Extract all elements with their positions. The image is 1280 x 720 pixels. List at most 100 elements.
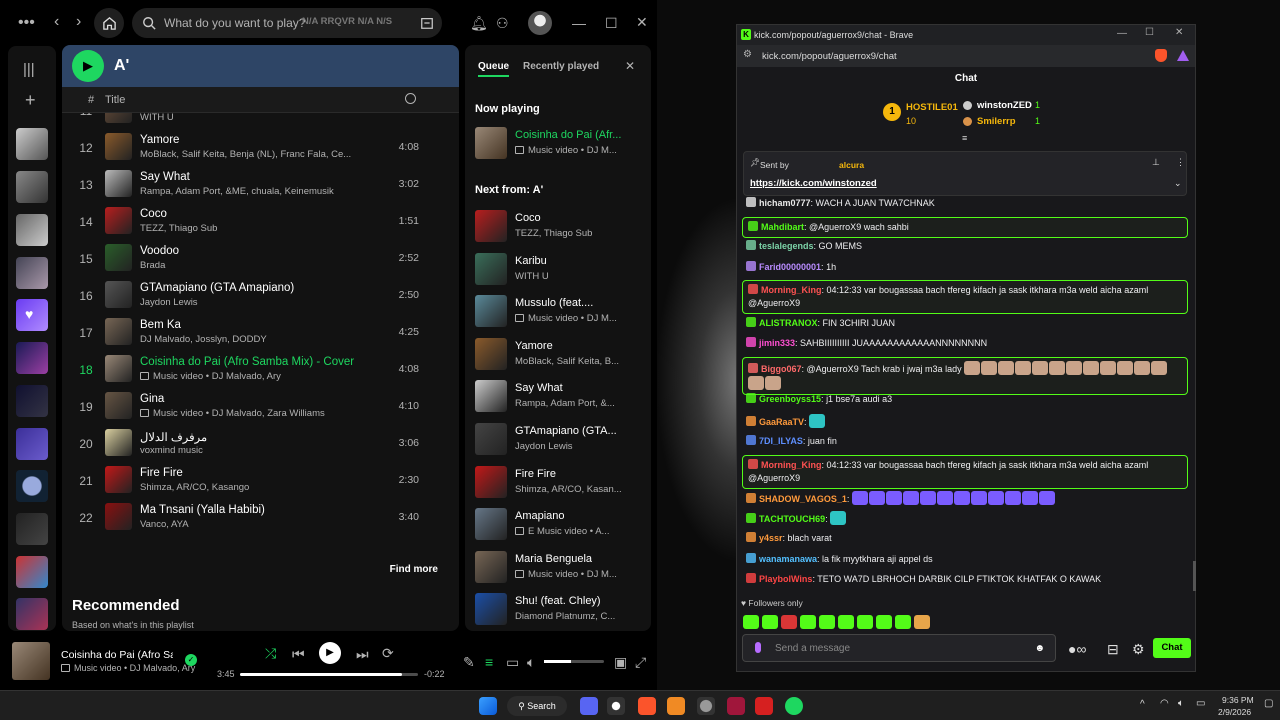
- app-icon[interactable]: [667, 697, 685, 715]
- search-input[interactable]: What do you want to play? N/A RRQVR N/A …: [132, 8, 442, 38]
- chat-username[interactable]: SHADOW_VAGOS_1: [759, 494, 847, 504]
- track-title[interactable]: مرفرف الدلال: [140, 430, 380, 444]
- quick-emote-icon[interactable]: [914, 615, 930, 629]
- liked-songs-item[interactable]: ♥: [16, 299, 48, 331]
- avatar[interactable]: [528, 11, 552, 35]
- previous-icon[interactable]: ⏮: [292, 647, 305, 661]
- emoji-icon[interactable]: ☻: [1034, 643, 1045, 654]
- queue-icon[interactable]: ≡: [485, 655, 493, 669]
- play-button[interactable]: ▶: [72, 50, 104, 82]
- track-title[interactable]: Coisinha do Pai (Afro Samba Mix) - Cover: [140, 356, 380, 368]
- chat-username[interactable]: y4ssr: [759, 533, 783, 543]
- close-icon[interactable]: ✕: [636, 15, 648, 29]
- message-input[interactable]: Send a message ☻: [742, 634, 1056, 662]
- chat-username[interactable]: ALISTRANOX: [759, 318, 818, 328]
- queue-item[interactable]: Fire Fire Shimza, AR/CO, Kasan...: [475, 464, 647, 502]
- queue-item[interactable]: GTAmapiano (GTA... Jaydon Lewis: [475, 421, 647, 459]
- track-row[interactable]: 18 Coisinha do Pai (Afro Samba Mix) - Cov…: [62, 351, 459, 388]
- find-more-link[interactable]: Find more: [390, 564, 438, 575]
- chat-username[interactable]: Farid00000001: [759, 262, 821, 272]
- library-item[interactable]: [16, 214, 48, 246]
- chat-send-button[interactable]: Chat: [1153, 638, 1191, 658]
- library-item[interactable]: [16, 513, 48, 545]
- chat-username[interactable]: GaaRaaTV: [759, 417, 804, 427]
- bell-icon[interactable]: 🔔︎: [470, 16, 488, 30]
- top2-name[interactable]: winstonZED: [977, 100, 1032, 111]
- library-item[interactable]: [16, 556, 48, 588]
- quick-emote-icon[interactable]: [781, 615, 797, 629]
- chat-username[interactable]: 7DI_ILYAS: [759, 436, 803, 446]
- tab-queue[interactable]: Queue: [478, 61, 510, 77]
- library-item[interactable]: [16, 598, 48, 630]
- column-title[interactable]: Title: [105, 94, 125, 106]
- track-row[interactable]: 20 مرفرف الدلال voxmind music 3:06: [62, 425, 459, 462]
- track-title[interactable]: Voodoo: [140, 245, 380, 257]
- miniplayer-icon[interactable]: ▣: [614, 655, 627, 669]
- track-row[interactable]: 22 Ma Tnsani (Yalla Habibi) Vanco, AYA 3:40: [62, 499, 459, 536]
- address-bar[interactable]: ⚙︎ kick.com/popout/aguerrox9/chat: [737, 45, 1195, 67]
- browse-icon[interactable]: [420, 16, 434, 30]
- chat-username[interactable]: hicham0777: [759, 198, 811, 208]
- library-item[interactable]: [16, 128, 48, 160]
- chat-username[interactable]: TACHTOUCH69: [759, 514, 825, 524]
- app-icon[interactable]: [727, 697, 745, 715]
- site-settings-icon[interactable]: ⚙︎: [743, 50, 752, 60]
- track-title[interactable]: Bem Ka: [140, 319, 380, 331]
- chat-username[interactable]: PlaybolWins: [759, 574, 812, 584]
- chat-username[interactable]: wanamanawa: [759, 554, 817, 564]
- chat-username[interactable]: Mahdibart: [761, 222, 804, 232]
- settings-gear-icon[interactable]: ⚙︎: [1132, 642, 1145, 656]
- pinned-link[interactable]: https://kick.com/winstonzed: [750, 178, 877, 189]
- minimize-icon[interactable]: —: [572, 16, 586, 30]
- liked-check-icon[interactable]: ✓: [185, 654, 197, 666]
- next-icon[interactable]: ⏭: [356, 647, 369, 661]
- track-row[interactable]: 14 Coco TEZZ, Thiago Sub 1:51: [62, 203, 459, 240]
- github-icon[interactable]: [607, 697, 625, 715]
- track-row[interactable]: 15 Voodoo Brada 2:52: [62, 240, 459, 277]
- chat-username[interactable]: Biggo067: [761, 364, 802, 374]
- repeat-icon[interactable]: ⟳: [382, 646, 394, 660]
- fullscreen-icon[interactable]: ⤢: [635, 655, 646, 669]
- track-title[interactable]: Gina: [140, 393, 380, 405]
- queue-item[interactable]: Coco TEZZ, Thiago Sub: [475, 208, 647, 246]
- shuffle-icon[interactable]: ⤮: [265, 646, 276, 660]
- library-item[interactable]: [16, 428, 48, 460]
- close-icon[interactable]: ✕: [1175, 28, 1183, 38]
- chat-username[interactable]: jimin333: [759, 338, 795, 348]
- chat-username[interactable]: teslalegends: [759, 241, 814, 251]
- more-options-icon[interactable]: ⋮: [1176, 158, 1185, 167]
- notification-icon[interactable]: ▢: [1264, 699, 1273, 709]
- volume-icon[interactable]: 🔈︎: [1178, 699, 1184, 709]
- queue-item[interactable]: Say What Rampa, Adam Port, &...: [475, 378, 647, 416]
- volume-icon[interactable]: 🔈︎: [527, 655, 535, 669]
- close-queue-icon[interactable]: ✕: [625, 60, 635, 72]
- clock-time[interactable]: 9:36 PM: [1222, 695, 1254, 705]
- unpin-icon[interactable]: ⊥: [1152, 158, 1160, 167]
- now-playing-item[interactable]: Coisinha do Pai (Afr... Music video • DJ…: [475, 125, 647, 163]
- app-icon[interactable]: [755, 697, 773, 715]
- queue-item[interactable]: Karibu WITH U: [475, 251, 647, 289]
- quick-emote-icon[interactable]: [876, 615, 892, 629]
- menu-dots-icon[interactable]: •••: [18, 15, 35, 31]
- library-item[interactable]: [16, 257, 48, 289]
- url-text[interactable]: kick.com/popout/aguerrox9/chat: [762, 51, 897, 62]
- track-title[interactable]: Coco: [140, 208, 380, 220]
- spotify-icon[interactable]: [785, 697, 803, 715]
- chevron-down-icon[interactable]: ⌄: [1174, 179, 1182, 188]
- wifi-icon[interactable]: ◠: [1160, 699, 1169, 709]
- quick-emote-icon[interactable]: [819, 615, 835, 629]
- track-row[interactable]: 16 GTAmapiano (GTA Amapiano) Jaydon Lewis 2…: [62, 277, 459, 314]
- maximize-icon[interactable]: ☐: [605, 16, 618, 30]
- taskbar-search[interactable]: ⚲ Search: [507, 696, 567, 716]
- queue-item[interactable]: Shu! (feat. Chley) Diamond Platnumz, C...: [475, 591, 647, 629]
- chevron-up-icon[interactable]: ^: [1140, 700, 1145, 710]
- queue-item[interactable]: Amapiano E Music video • A...: [475, 506, 647, 544]
- queue-item[interactable]: Yamore MoBlack, Salif Keita, B...: [475, 336, 647, 374]
- queue-item[interactable]: Maria Benguela Music video • DJ M...: [475, 549, 647, 587]
- track-row[interactable]: 13 Say What Rampa, Adam Port, &ME, chuala,…: [62, 166, 459, 203]
- track-title[interactable]: GTAmapiano (GTA Amapiano): [140, 282, 380, 294]
- windows-start-icon[interactable]: [479, 697, 497, 715]
- library-item[interactable]: [16, 385, 48, 417]
- track-row[interactable]: 11 WITH U 4:03: [62, 113, 459, 129]
- pinned-user[interactable]: alcura: [839, 160, 864, 170]
